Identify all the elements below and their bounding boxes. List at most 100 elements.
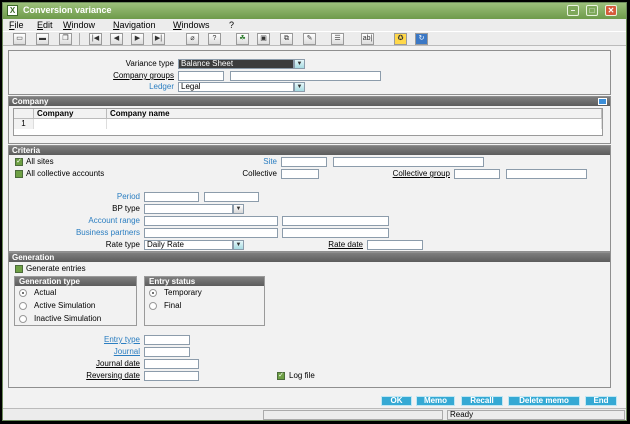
- journal-input[interactable]: [144, 347, 190, 357]
- collective-input[interactable]: [281, 169, 319, 179]
- ok-button[interactable]: OK: [381, 396, 412, 406]
- all-sites-checkbox[interactable]: ✓: [15, 158, 23, 166]
- option-temporary-label: Temporary: [164, 288, 202, 297]
- row-number: 1: [14, 119, 34, 129]
- business-partners-end-input[interactable]: [282, 228, 389, 238]
- rate-date-input[interactable]: [367, 240, 423, 250]
- collective-label: Collective: [242, 169, 277, 178]
- chevron-down-icon[interactable]: ▼: [233, 204, 244, 214]
- generate-entries-checkbox[interactable]: [15, 265, 23, 273]
- help-icon[interactable]: ?: [208, 33, 221, 45]
- ledger-label[interactable]: Ledger: [69, 82, 174, 92]
- chevron-down-icon[interactable]: ▼: [294, 59, 305, 69]
- previous-record-icon[interactable]: ◀: [110, 33, 123, 45]
- delete-memo-button[interactable]: Delete memo: [508, 396, 580, 406]
- menu-edit[interactable]: Edit: [37, 20, 53, 30]
- menu-file[interactable]: File: [9, 20, 24, 30]
- entry-type-label[interactable]: Entry type: [49, 335, 140, 345]
- column-header-company[interactable]: Company: [34, 109, 107, 119]
- maximize-button[interactable]: □: [586, 5, 598, 16]
- business-partners-start-input[interactable]: [144, 228, 278, 238]
- account-range-label[interactable]: Account range: [49, 216, 140, 226]
- copy-icon[interactable]: ❐: [59, 33, 72, 45]
- radio-temporary[interactable]: [149, 289, 157, 297]
- entry-status-header: Entry status: [145, 277, 264, 286]
- memo-button[interactable]: Memo: [416, 396, 455, 406]
- period-start-input[interactable]: [144, 192, 199, 202]
- chevron-down-icon[interactable]: ▼: [294, 82, 305, 92]
- log-file-checkbox[interactable]: ✓: [277, 372, 285, 380]
- business-partners-label[interactable]: Business partners: [49, 228, 140, 238]
- log-file-label: Log file: [289, 371, 315, 380]
- site-input[interactable]: [281, 157, 327, 167]
- save-icon[interactable]: ▭: [13, 33, 26, 45]
- generation-type-group: Generation type Actual Active Simulation…: [14, 276, 137, 326]
- period-end-input[interactable]: [204, 192, 259, 202]
- journal-date-label: Journal date: [95, 359, 140, 368]
- bp-type-label: BP type: [112, 204, 140, 213]
- info-icon[interactable]: ✪: [394, 33, 407, 45]
- app-icon: X: [7, 5, 18, 16]
- rate-type-select[interactable]: Daily Rate: [144, 240, 233, 250]
- radio-inactive-simulation[interactable]: [19, 315, 27, 323]
- radio-active-simulation[interactable]: [19, 302, 27, 310]
- refresh-icon[interactable]: ↻: [415, 33, 428, 45]
- period-label[interactable]: Period: [49, 192, 140, 202]
- radio-actual[interactable]: [19, 289, 27, 297]
- journal-label[interactable]: Journal: [49, 347, 140, 357]
- chevron-down-icon[interactable]: ▼: [233, 240, 244, 250]
- bp-type-select[interactable]: [144, 204, 233, 214]
- toolbar: ▭ ▬ ❐ |◀ ◀ ▶ ▶| ⌀ ? ☘ ▣ ⧉ ✎ ☰ ab| ✪ ↻: [3, 31, 626, 46]
- end-button[interactable]: End: [585, 396, 617, 406]
- recall-button[interactable]: Recall: [461, 396, 503, 406]
- menu-windows[interactable]: Windows: [173, 20, 210, 30]
- next-record-icon[interactable]: ▶: [131, 33, 144, 45]
- site-label[interactable]: Site: [219, 157, 277, 167]
- windows-icon[interactable]: ⧉: [280, 33, 293, 45]
- reversing-date-input[interactable]: [144, 371, 199, 381]
- expand-icon[interactable]: [598, 98, 607, 105]
- collective-group-input[interactable]: [454, 169, 500, 179]
- close-button[interactable]: ✕: [605, 5, 617, 16]
- toolbar-separator: [79, 33, 80, 45]
- company-section-header: Company: [9, 97, 610, 106]
- window-icon[interactable]: ▣: [257, 33, 270, 45]
- company-cell[interactable]: [34, 119, 107, 129]
- account-range-end-input[interactable]: [282, 216, 389, 226]
- print-icon[interactable]: ▬: [36, 33, 49, 45]
- menu-window[interactable]: Window: [63, 20, 95, 30]
- all-collective-accounts-checkbox[interactable]: [15, 170, 23, 178]
- option-active-simulation-label: Active Simulation: [34, 301, 96, 310]
- radio-final[interactable]: [149, 302, 157, 310]
- company-groups-description: [230, 71, 381, 81]
- account-range-start-input[interactable]: [144, 216, 278, 226]
- status-bar: Ready: [3, 408, 626, 420]
- ledger-select[interactable]: Legal: [178, 82, 294, 92]
- all-sites-label: All sites: [26, 157, 54, 166]
- menu-help[interactable]: ?: [229, 20, 234, 30]
- criteria-section: Criteria ✓ All sites Site All collective…: [8, 145, 611, 252]
- last-record-icon[interactable]: ▶|: [152, 33, 165, 45]
- status-text: Ready: [447, 410, 625, 420]
- first-record-icon[interactable]: |◀: [89, 33, 102, 45]
- text-button[interactable]: ab|: [361, 33, 374, 45]
- company-name-cell[interactable]: [107, 119, 602, 129]
- attach-icon[interactable]: ⌀: [186, 33, 199, 45]
- all-collective-accounts-label: All collective accounts: [26, 169, 105, 178]
- criteria-section-header: Criteria: [9, 146, 610, 155]
- edit-icon[interactable]: ✎: [303, 33, 316, 45]
- variance-type-label: Variance type: [125, 59, 174, 68]
- list-icon[interactable]: ☰: [331, 33, 344, 45]
- menu-navigation[interactable]: Navigation: [113, 20, 156, 30]
- tree-icon[interactable]: ☘: [236, 33, 249, 45]
- company-groups-label: Company groups: [113, 71, 174, 80]
- company-groups-input[interactable]: [178, 71, 224, 81]
- column-header-company-name[interactable]: Company name: [107, 109, 602, 119]
- site-description: [333, 157, 484, 167]
- generation-section: Generation Generate entries Generation t…: [8, 252, 611, 388]
- journal-date-input[interactable]: [144, 359, 199, 369]
- entry-type-input[interactable]: [144, 335, 190, 345]
- variance-type-select[interactable]: Balance Sheet: [178, 59, 294, 69]
- generation-section-header: Generation: [9, 253, 610, 262]
- minimize-button[interactable]: –: [567, 5, 579, 16]
